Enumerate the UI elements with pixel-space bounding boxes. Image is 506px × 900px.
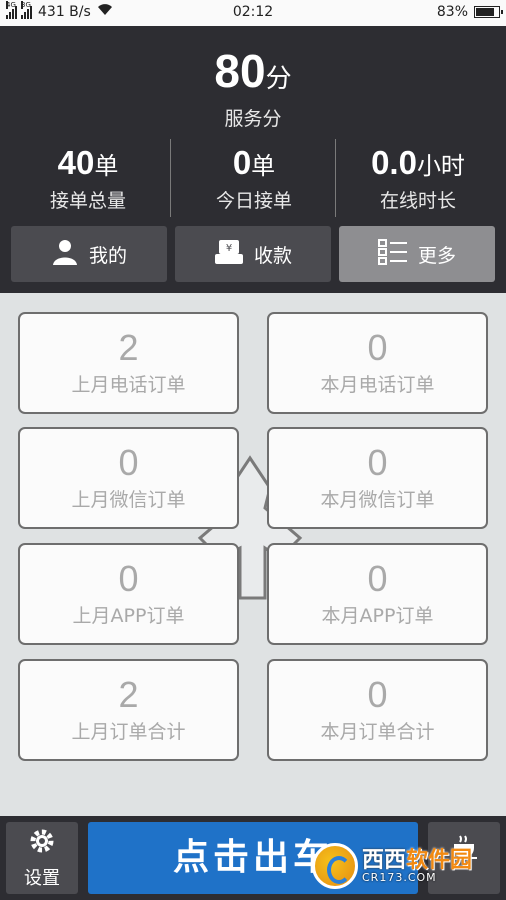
my-button[interactable]: 我的 bbox=[11, 226, 167, 282]
service-score-value: 80 bbox=[214, 45, 266, 97]
stat-card-last-month-total: 2 上月订单合计 bbox=[18, 659, 239, 761]
card-value: 2 bbox=[118, 327, 139, 368]
service-score-label: 服务分 bbox=[224, 108, 282, 130]
card-value: 0 bbox=[367, 558, 388, 599]
watermark: 西西软件园 CR173.COM bbox=[312, 840, 506, 892]
status-bar: 4G 3G 431 B/s 02:12 83% bbox=[0, 0, 506, 26]
card-label: 本月APP订单 bbox=[321, 605, 434, 627]
stat-today-orders: 0单 今日接单 bbox=[170, 144, 338, 213]
stat-value: 0.0 bbox=[371, 144, 417, 181]
stat-card-last-month-wechat: 0 上月微信订单 bbox=[18, 427, 239, 529]
stat-card-this-month-total: 0 本月订单合计 bbox=[267, 659, 488, 761]
watermark-title-a: 西西 bbox=[362, 847, 407, 873]
stat-label: 在线时长 bbox=[379, 190, 456, 212]
stat-card-last-month-app: 0 上月APP订单 bbox=[18, 543, 239, 645]
battery-icon bbox=[474, 6, 503, 18]
stat-label: 今日接单 bbox=[215, 190, 292, 212]
stat-unit: 单 bbox=[251, 152, 276, 180]
battery-percent: 83% bbox=[436, 4, 468, 20]
user-icon bbox=[51, 238, 79, 271]
service-score: 80分 bbox=[0, 44, 506, 98]
card-label: 上月订单合计 bbox=[71, 721, 186, 743]
gear-icon bbox=[6, 826, 78, 864]
driver-header: 80分 服务分 40单 接单总量 0单 今日接单 0.0小时 在线时长 我的 ¥… bbox=[0, 26, 506, 293]
stat-label: 接单总量 bbox=[49, 190, 126, 212]
clock: 02:12 bbox=[232, 4, 274, 20]
card-label: 本月电话订单 bbox=[320, 374, 435, 396]
card-value: 0 bbox=[118, 558, 139, 599]
watermark-logo-icon bbox=[312, 843, 358, 889]
card-value: 0 bbox=[367, 674, 388, 715]
stat-online-hours: 0.0小时 在线时长 bbox=[334, 144, 502, 213]
card-label: 上月电话订单 bbox=[71, 374, 186, 396]
card-label: 本月订单合计 bbox=[320, 721, 435, 743]
battery-level bbox=[476, 8, 494, 16]
card-label: 本月微信订单 bbox=[320, 489, 435, 511]
stat-card-this-month-app: 0 本月APP订单 bbox=[267, 543, 488, 645]
more-button[interactable]: 更多 bbox=[339, 226, 495, 282]
watermark-subtitle: CR173.COM bbox=[362, 870, 437, 884]
stat-unit: 小时 bbox=[416, 152, 465, 180]
stat-card-last-month-phone: 2 上月电话订单 bbox=[18, 312, 239, 414]
card-value: 2 bbox=[118, 674, 139, 715]
settings-button[interactable]: 设置 bbox=[6, 822, 78, 894]
payment-icon: ¥ bbox=[214, 238, 244, 271]
card-label: 上月APP订单 bbox=[72, 605, 185, 627]
more-button-label: 更多 bbox=[417, 244, 456, 267]
card-value: 0 bbox=[367, 442, 388, 483]
collect-payment-button[interactable]: ¥ 收款 bbox=[175, 226, 331, 282]
card-label: 上月微信订单 bbox=[71, 489, 186, 511]
stat-value: 0 bbox=[232, 144, 252, 181]
stat-total-orders: 40单 接单总量 bbox=[4, 144, 172, 213]
stat-unit: 单 bbox=[94, 152, 119, 180]
collect-payment-label: 收款 bbox=[253, 244, 292, 267]
stat-card-this-month-wechat: 0 本月微信订单 bbox=[267, 427, 488, 529]
service-score-unit: 分 bbox=[265, 64, 292, 94]
watermark-title-b: 软件园 bbox=[406, 847, 473, 873]
card-value: 0 bbox=[367, 327, 388, 368]
svg-text:¥: ¥ bbox=[226, 243, 232, 254]
settings-label: 设置 bbox=[24, 868, 60, 889]
watermark-text: 西西软件园 CR173.COM bbox=[362, 847, 473, 884]
my-button-label: 我的 bbox=[88, 244, 127, 267]
status-right: 83% bbox=[436, 4, 503, 20]
list-icon bbox=[377, 238, 408, 270]
card-value: 0 bbox=[118, 442, 139, 483]
stat-card-this-month-phone: 0 本月电话订单 bbox=[267, 312, 488, 414]
stat-value: 40 bbox=[57, 144, 95, 181]
order-stats-panel: 2 上月电话订单 0 本月电话订单 0 上月微信订单 0 本月微信订单 0 上月… bbox=[0, 293, 506, 816]
